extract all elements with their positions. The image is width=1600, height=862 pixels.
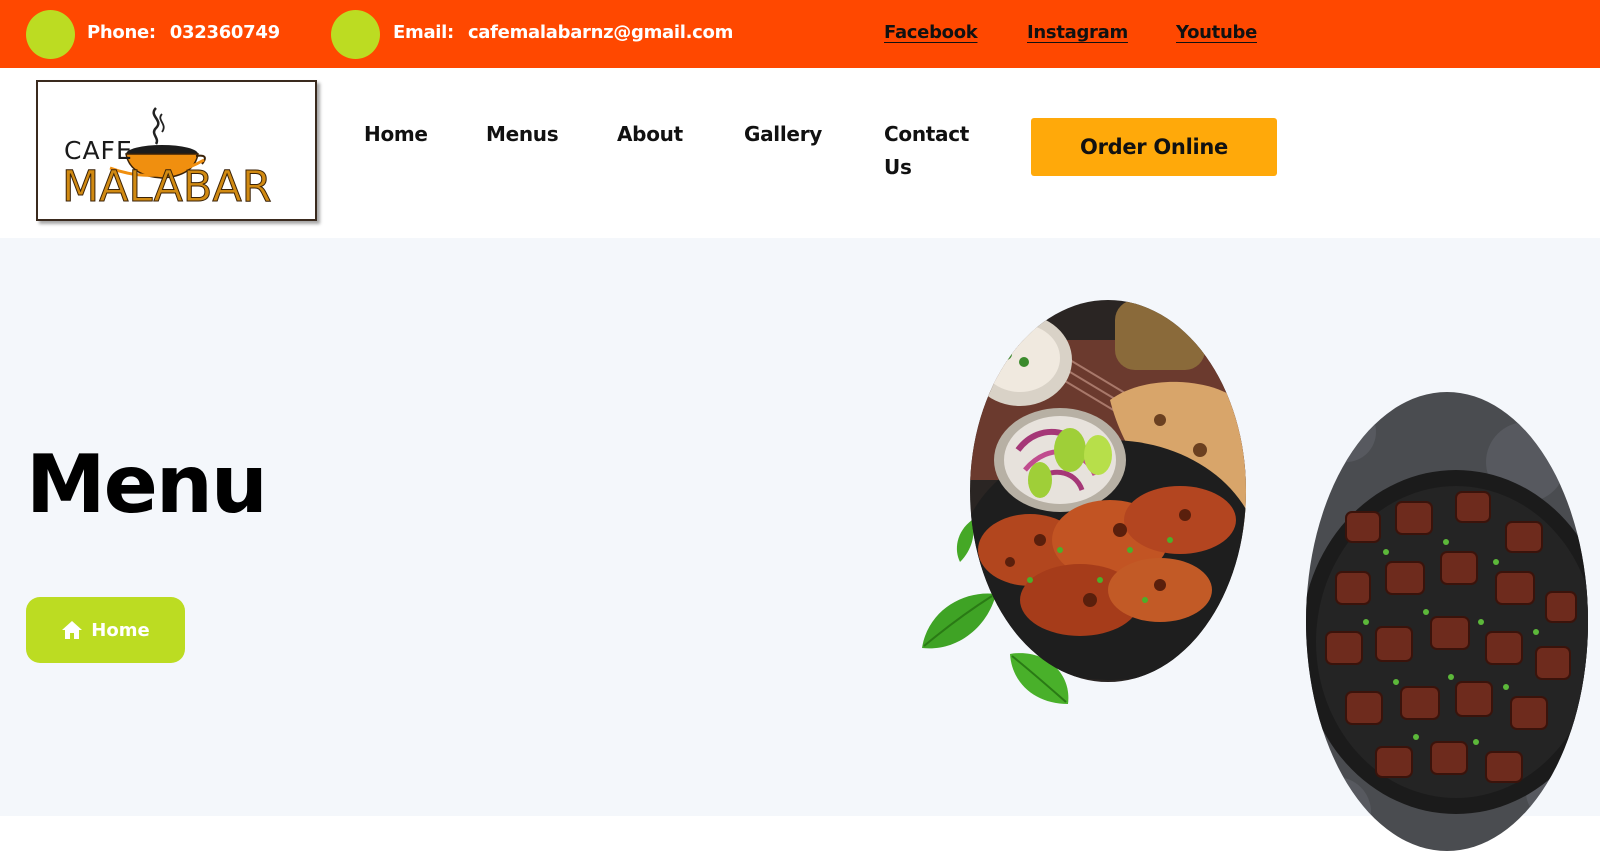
tandoori-chicken-image [970,300,1246,682]
breadcrumb-home-label: Home [91,619,150,641]
nav-home[interactable]: Home [364,118,428,151]
nav-menus[interactable]: Menus [486,118,559,151]
nav-contact-us[interactable]: Contact Us [884,118,984,184]
instagram-link[interactable]: Instagram [1027,22,1128,43]
site-header: CAFE MALABAR Home Menus About Gallery Co… [0,68,1600,238]
facebook-link[interactable]: Facebook [884,22,978,43]
top-contact-bar: Phone: 032360749 Email: cafemalabarnz@gmai… [0,0,1600,68]
email-info[interactable]: Email: cafemalabarnz@gmail.com [393,22,733,43]
beef-skillet-image [1306,392,1588,851]
phone-info[interactable]: Phone: 032360749 [87,22,280,43]
page-title: Menu [26,438,268,531]
logo-text-malabar: MALABAR [62,162,273,213]
email-address[interactable]: cafemalabarnz@gmail.com [468,22,733,43]
cafe-malabar-logo[interactable]: CAFE MALABAR [36,80,317,221]
nav-about[interactable]: About [617,118,683,151]
breadcrumb-home-button[interactable]: Home [26,597,185,663]
email-icon [331,10,380,59]
logo-text-cafe: CAFE [64,136,133,165]
phone-number[interactable]: 032360749 [170,22,280,43]
basil-leaf-image [922,593,996,649]
order-online-button[interactable]: Order Online [1031,118,1277,176]
nav-gallery[interactable]: Gallery [744,118,822,151]
youtube-link[interactable]: Youtube [1176,22,1257,43]
phone-icon [26,10,75,59]
email-label: Email: [393,22,454,43]
phone-label: Phone: [87,22,156,43]
home-icon [62,621,83,639]
